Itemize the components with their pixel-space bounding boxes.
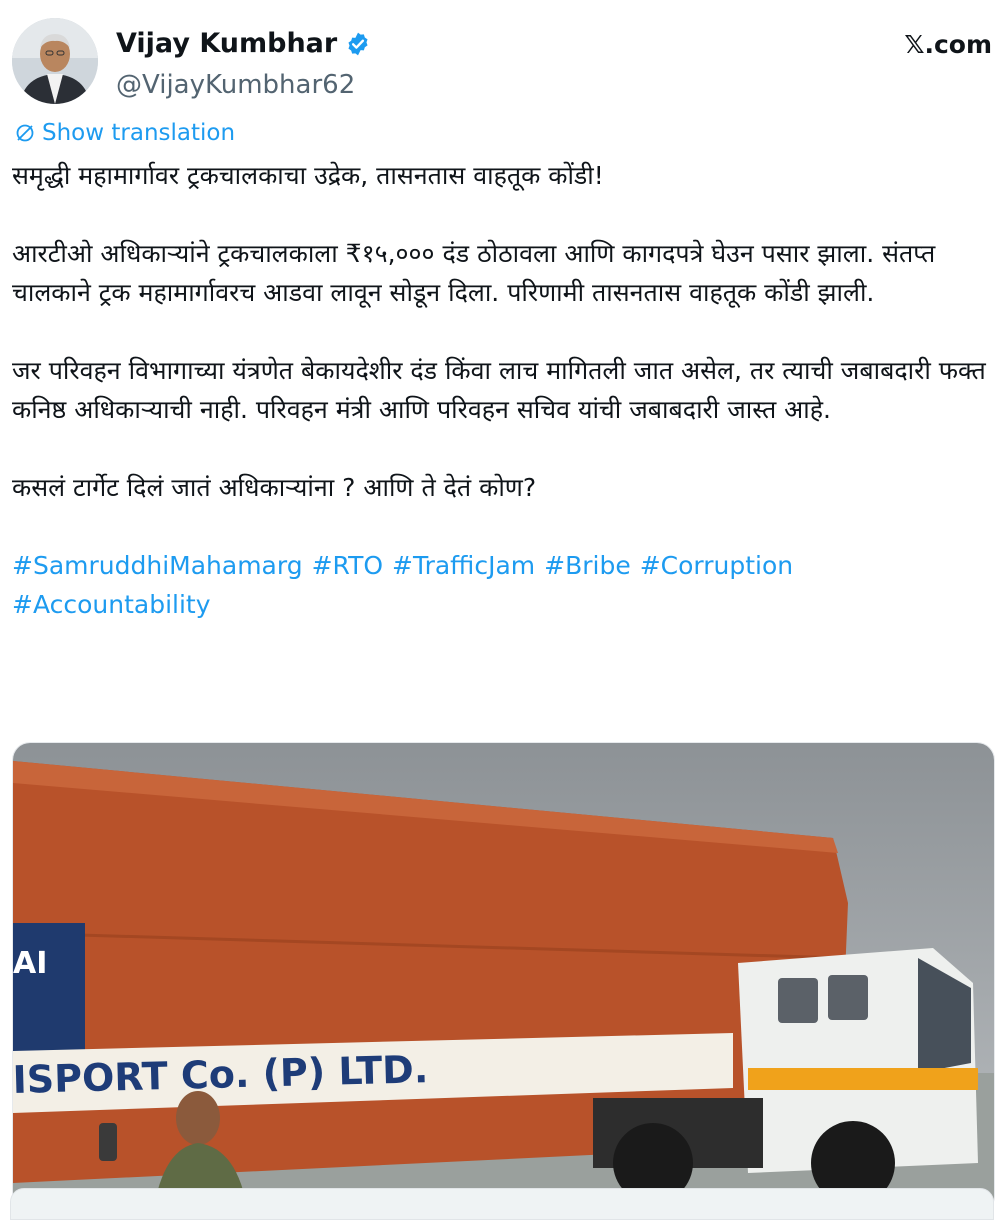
tweet-header: Vijay Kumbhar @VijayKumbhar62 𝕏.com bbox=[12, 18, 992, 108]
tweet-body: समृद्धी महामार्गावर ट्रकचालकाचा उद्रेक, … bbox=[12, 156, 987, 624]
truck-photo: AI ISPORT Co. (P) LTD. bbox=[13, 743, 994, 1213]
person-portrait-icon bbox=[12, 18, 98, 104]
tweet-headline: समृद्धी महामार्गावर ट्रकचालकाचा उद्रेक, … bbox=[12, 161, 604, 190]
hashtag-link[interactable]: #TrafficJam bbox=[392, 551, 535, 580]
hashtag-list: #SamruddhiMahamarg #RTO #TrafficJam #Bribe #… bbox=[12, 546, 987, 624]
hashtag-link[interactable]: #RTO bbox=[312, 551, 383, 580]
translate-icon bbox=[16, 124, 34, 142]
hashtag-link[interactable]: #Corruption bbox=[640, 551, 793, 580]
avatar[interactable] bbox=[12, 18, 98, 104]
author-name[interactable]: Vijay Kumbhar bbox=[116, 28, 337, 59]
tweet-paragraph-2: जर परिवहन विभागाच्या यंत्रणेत बेकायदेशीर… bbox=[12, 356, 986, 424]
author-handle[interactable]: @VijayKumbhar62 bbox=[116, 70, 355, 100]
hashtag-link[interactable]: #SamruddhiMahamarg bbox=[12, 551, 303, 580]
tweet-paragraph-3: कसलं टार्गेट दिलं जातं अधिकाऱ्यांना ? आण… bbox=[12, 473, 537, 502]
hashtag-link[interactable]: #Bribe bbox=[544, 551, 631, 580]
show-translation-link[interactable]: Show translation bbox=[14, 120, 235, 146]
author-name-row: Vijay Kumbhar bbox=[116, 28, 371, 59]
tweet-paragraph-1: आरटीओ अधिकाऱ्यांने ट्रकचालकाला ₹१५,००० द… bbox=[12, 239, 936, 307]
hashtag-link[interactable]: #Accountability bbox=[12, 590, 211, 619]
tweet-media-image[interactable]: AI ISPORT Co. (P) LTD. bbox=[12, 742, 995, 1214]
side-lettering: AI bbox=[13, 946, 47, 981]
verified-badge-icon bbox=[348, 32, 368, 55]
show-translation-label: Show translation bbox=[42, 120, 236, 146]
brand-label[interactable]: 𝕏.com bbox=[904, 30, 992, 59]
reply-bar[interactable] bbox=[10, 1188, 994, 1220]
